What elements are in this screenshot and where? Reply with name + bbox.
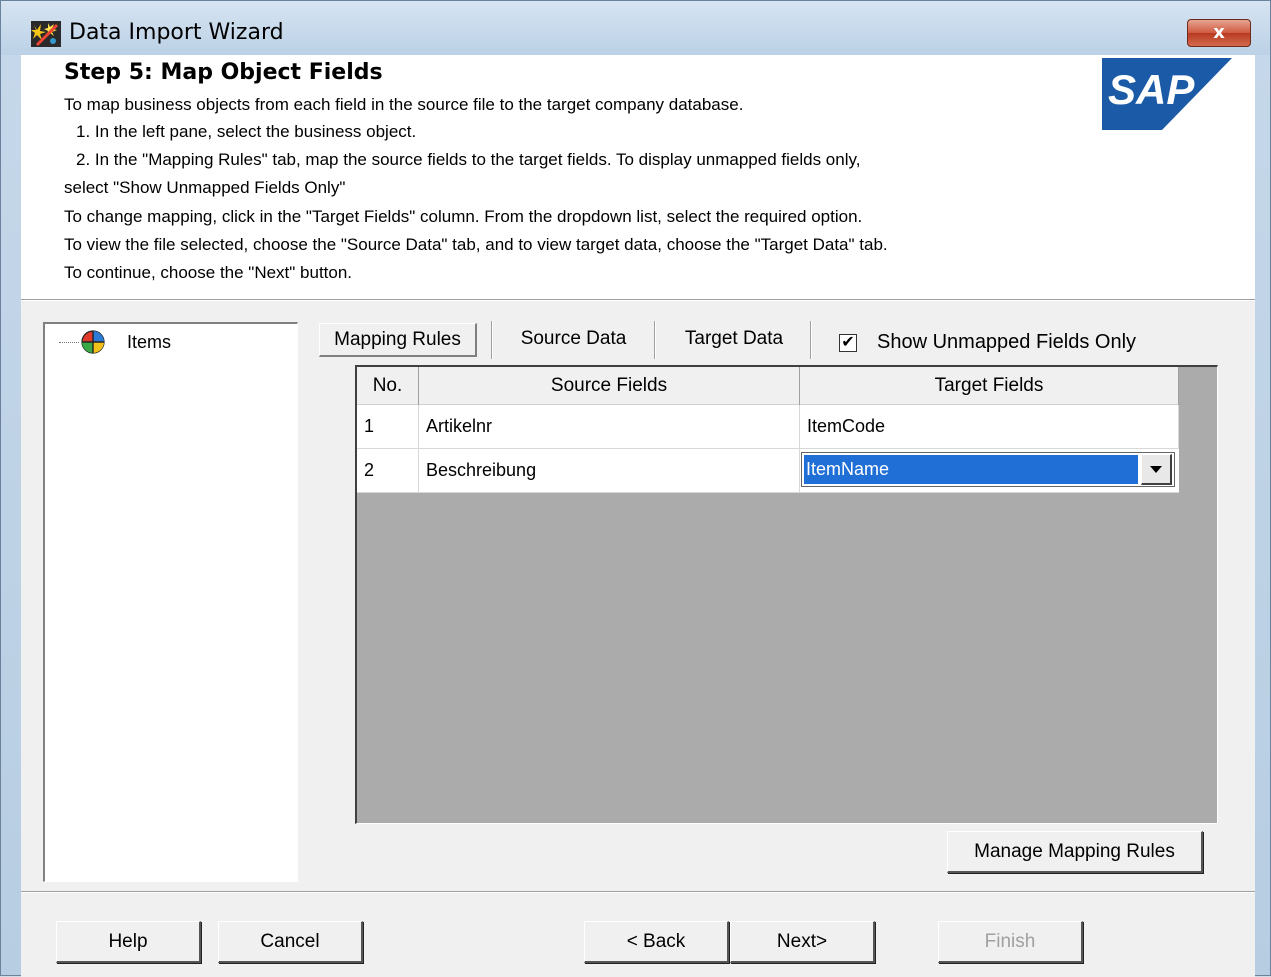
table-row[interactable]: 2 Beschreibung ItemName: [357, 449, 1179, 493]
next-button[interactable]: Next>: [730, 921, 875, 963]
finish-button: Finish: [938, 921, 1083, 963]
sap-logo: SAP: [1102, 58, 1232, 130]
wizard-wand-icon: [31, 21, 61, 47]
source-field-cell[interactable]: Artikelnr: [419, 405, 800, 448]
tab-separator: [810, 321, 812, 359]
column-header-target-fields[interactable]: Target Fields: [800, 367, 1179, 405]
show-unmapped-label[interactable]: Show Unmapped Fields Only: [877, 331, 1136, 354]
instruction-line: To view the file selected, choose the "S…: [64, 235, 888, 254]
instruction-line: To change mapping, click in the "Target …: [64, 207, 863, 226]
business-object-icon[interactable]: [81, 330, 105, 354]
tab-source-data[interactable]: Source Data: [501, 323, 646, 357]
table-row[interactable]: 1 Artikelnr ItemCode: [357, 405, 1179, 449]
column-header-no[interactable]: No.: [357, 367, 419, 405]
wizard-client-area: Step 5: Map Object Fields To map busines…: [21, 55, 1255, 977]
manage-mapping-rules-button[interactable]: Manage Mapping Rules: [947, 831, 1203, 873]
chevron-down-icon: [1150, 466, 1162, 473]
back-button[interactable]: < Back: [584, 921, 729, 963]
target-field-dropdown[interactable]: ItemName: [801, 452, 1175, 487]
cancel-button[interactable]: Cancel: [218, 921, 363, 963]
sap-logo-text: SAP: [1108, 66, 1195, 113]
grid-header: No. Source Fields Target Fields: [357, 367, 1179, 405]
instruction-line: 1. In the left pane, select the business…: [76, 122, 417, 141]
wizard-header: Step 5: Map Object Fields To map busines…: [21, 55, 1255, 299]
step-title: Step 5: Map Object Fields: [64, 60, 383, 85]
instruction-line: 2. In the "Mapping Rules" tab, map the s…: [76, 150, 861, 169]
tab-separator: [491, 321, 493, 359]
row-number: 2: [357, 449, 419, 492]
instruction-line: select "Show Unmapped Fields Only": [64, 178, 346, 197]
data-import-wizard-window: Data Import Wizard x Step 5: Map Object …: [0, 0, 1271, 977]
tree-connector: [59, 342, 79, 343]
header-separator: [21, 299, 1255, 301]
column-header-source-fields[interactable]: Source Fields: [419, 367, 800, 405]
show-unmapped-checkbox[interactable]: ✔: [839, 334, 857, 352]
dropdown-button[interactable]: [1141, 454, 1172, 485]
target-field-selected-value[interactable]: ItemName: [804, 455, 1138, 484]
target-field-cell[interactable]: ItemCode: [800, 405, 1179, 448]
instruction-line: To map business objects from each field …: [64, 95, 744, 114]
source-field-cell[interactable]: Beschreibung: [419, 449, 800, 492]
instruction-line: To continue, choose the "Next" button.: [64, 263, 353, 282]
business-object-tree[interactable]: Items: [43, 322, 298, 882]
close-button[interactable]: x: [1187, 19, 1251, 47]
mapping-grid: No. Source Fields Target Fields 1 Artike…: [355, 365, 1218, 824]
window-title: Data Import Wizard: [69, 20, 284, 45]
tree-item-items[interactable]: Items: [127, 332, 171, 353]
row-number: 1: [357, 405, 419, 448]
tab-mapping-rules[interactable]: Mapping Rules: [319, 323, 477, 357]
tab-target-data[interactable]: Target Data: [664, 323, 804, 357]
tab-separator: [654, 321, 656, 359]
footer-separator: [21, 891, 1255, 893]
title-bar: Data Import Wizard x: [1, 1, 1270, 55]
help-button[interactable]: Help: [56, 921, 201, 963]
